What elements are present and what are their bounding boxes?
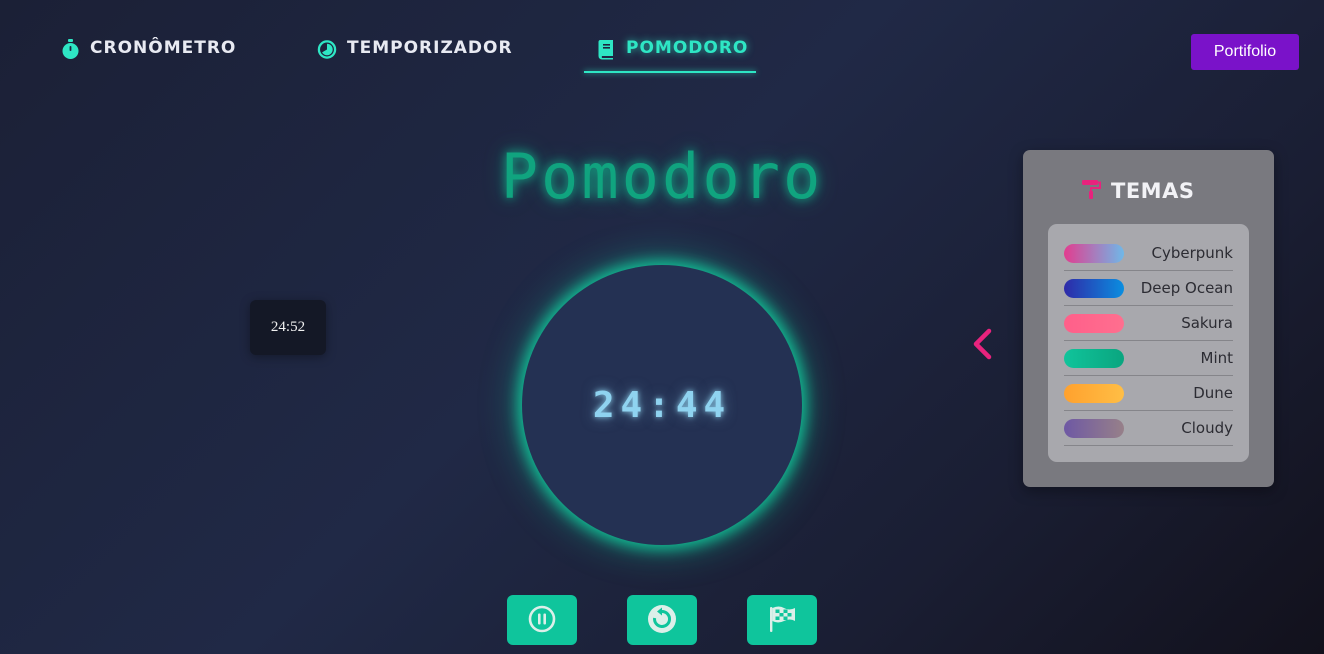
reset-button[interactable] [627,595,697,645]
theme-option-deep-ocean[interactable]: Deep Ocean [1064,271,1233,306]
timer-display: 24:44 [592,384,732,426]
theme-swatch [1064,243,1124,263]
pause-icon [527,604,557,637]
theme-panel: TEMAS Cyberpunk Deep Ocean Sakura Mint D… [1023,150,1274,487]
theme-option-dune[interactable]: Dune [1064,376,1233,411]
clock-icon [317,38,337,60]
theme-option-sakura[interactable]: Sakura [1064,306,1233,341]
nav-tab-label: TEMPORIZADOR [347,38,513,58]
finish-button[interactable] [747,595,817,645]
theme-option-mint[interactable]: Mint [1064,341,1233,376]
portfolio-button[interactable]: Portifolio [1191,34,1299,70]
theme-option-cyberpunk[interactable]: Cyberpunk [1064,236,1233,271]
theme-panel-toggle[interactable] [968,326,1000,362]
nav-tab-pomodoro[interactable]: POMODORO [596,38,748,74]
theme-swatch [1064,348,1124,368]
theme-list: Cyberpunk Deep Ocean Sakura Mint Dune Cl… [1048,224,1249,462]
book-icon [596,38,616,60]
theme-swatch [1064,313,1124,333]
paint-roller-icon [1081,178,1101,204]
theme-name: Cyberpunk [1151,244,1234,262]
theme-swatch [1064,383,1124,403]
theme-name: Sakura [1181,314,1233,332]
theme-panel-header: TEMAS [1081,178,1194,204]
checkered-flag-icon [766,603,798,638]
theme-name: Deep Ocean [1140,279,1233,297]
nav-tab-label: CRONÔMETRO [90,38,237,58]
theme-name: Mint [1200,349,1234,367]
nav-tab-label: POMODORO [626,38,749,58]
stopwatch-icon [60,38,80,60]
theme-swatch [1064,418,1124,438]
pause-button[interactable] [507,595,577,645]
reset-icon [646,603,678,638]
theme-name: Dune [1193,384,1233,402]
theme-name: Cloudy [1181,419,1233,437]
theme-swatch [1064,278,1124,298]
active-tab-indicator [584,71,756,73]
theme-option-cloudy[interactable]: Cloudy [1064,411,1233,446]
mini-timer: 24:52 [250,300,326,355]
theme-panel-title: TEMAS [1111,179,1195,203]
chevron-left-icon [968,328,1000,366]
timer-circle: 24:44 [522,265,802,545]
nav-tab-cronometro[interactable]: CRONÔMETRO [60,38,236,74]
nav-tab-temporizador[interactable]: TEMPORIZADOR [317,38,513,74]
